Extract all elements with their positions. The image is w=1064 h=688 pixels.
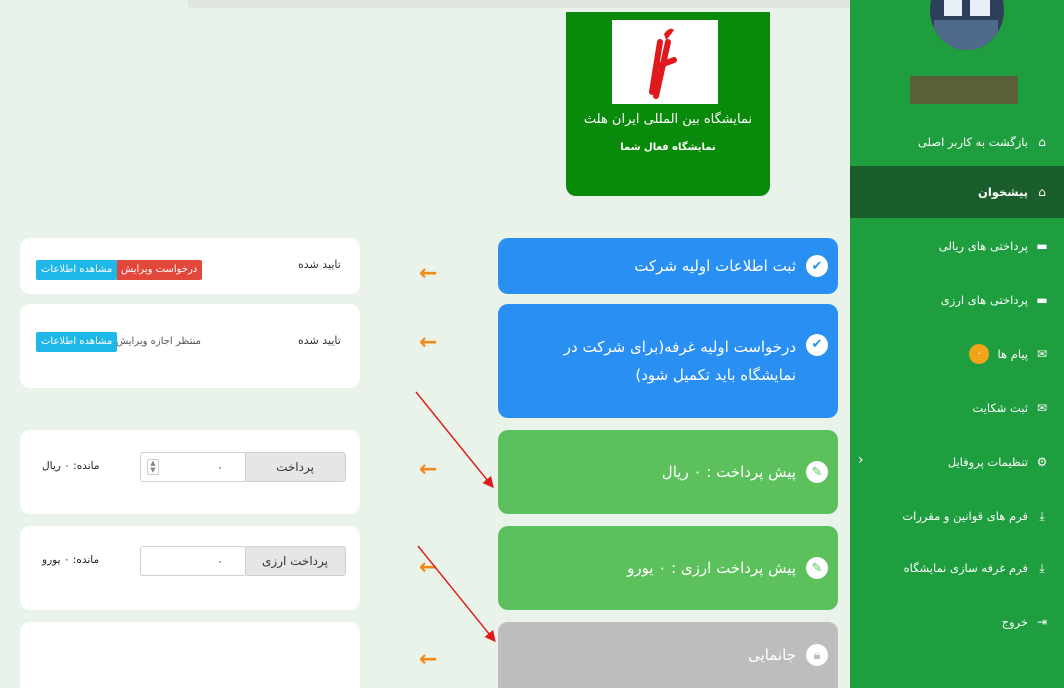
sidebar-item-logout[interactable]: ⇥ خروج	[850, 596, 1064, 648]
view-info-button[interactable]: مشاهده اطلاعات	[36, 332, 118, 352]
status-label: تایید شده	[298, 258, 341, 271]
spinner-icon[interactable]: ▲ ▼	[147, 459, 159, 475]
remaining-amount: مانده: ۰ ریال	[42, 460, 100, 472]
avatar	[930, 0, 1004, 50]
sidebar-item-rules-forms[interactable]: ⤓ فرم های قوانین و مقررات	[850, 490, 1064, 542]
arrow-left-icon: ←	[419, 647, 438, 672]
step-label: درخواست اولیه غرفه(برای شرکت در نمایشگاه…	[563, 338, 796, 384]
edit-request-button[interactable]: درخواست ویرایش	[116, 260, 203, 280]
step-label: پیش پرداخت : ۰ ریال	[661, 463, 796, 481]
sidebar-item-complaint[interactable]: ✉ ثبت شکایت	[850, 382, 1064, 434]
step-booth-placement: 🔒︎ جانمایی	[498, 622, 838, 688]
home-icon: ⌂	[1038, 185, 1046, 199]
sidebar-item-label: پیام ها	[997, 347, 1028, 361]
panel-booth-request: تایید شده منتظر اجازه ویرایش مشاهده اطلا…	[20, 304, 360, 388]
remaining-amount: مانده: ۰ یورو	[42, 554, 100, 566]
messages-count-badge: ۰	[969, 344, 990, 364]
exhibition-logo	[612, 20, 718, 104]
step-prepayment-rial[interactable]: ✎ پیش پرداخت : ۰ ریال	[498, 430, 838, 514]
arrow-left-icon: ←	[419, 330, 438, 355]
edit-icon: ✎	[806, 461, 828, 483]
step-label: پیش پرداخت ارزی : ۰ یورو	[627, 559, 796, 577]
check-icon: ✔	[806, 334, 828, 356]
amount-input-value: ۰	[217, 554, 223, 568]
panel-company-info: تایید شده درخواست ویرایش مشاهده اطلاعات	[20, 238, 360, 294]
sidebar-item-messages[interactable]: ✉ پیام ها ۰	[850, 328, 1064, 380]
view-info-button[interactable]: مشاهده اطلاعات	[36, 260, 118, 280]
panel-booth-placement	[20, 622, 360, 688]
lock-icon: 🔒︎	[806, 644, 828, 666]
arrow-left-icon: ←	[419, 261, 438, 286]
panel-prepayment-rial: پرداخت ▲ ▼ ۰ مانده: ۰ ریال	[20, 430, 360, 514]
panel-prepayment-currency: پرداخت ارزی ۰ مانده: ۰ یورو	[20, 526, 360, 610]
arrow-left-icon: ←	[419, 457, 438, 482]
sidebar-item-back-to-main-user[interactable]: ⌂ بازگشت به کاربر اصلی	[850, 116, 1064, 168]
sidebar-item-currency-payments[interactable]: ▬ پرداختی های ارزی	[850, 274, 1064, 326]
arrow-left-icon: ←	[419, 555, 438, 580]
step-booth-request[interactable]: ✔ درخواست اولیه غرفه(برای شرکت در نمایشگ…	[498, 304, 838, 418]
step-label: ثبت اطلاعات اولیه شرکت	[634, 257, 796, 275]
sidebar-item-label: خروج	[1001, 615, 1028, 629]
amount-input[interactable]: ▲ ▼ ۰	[140, 452, 246, 482]
sidebar-item-booth-forms[interactable]: ⤓ فرم غرفه سازی نمایشگاه	[850, 542, 1064, 594]
user-name-redacted	[910, 76, 1018, 104]
pay-currency-button[interactable]: پرداخت ارزی	[244, 546, 346, 576]
exhibition-title: نمایشگاه بین المللی ایران هلث	[583, 112, 753, 127]
sidebar-item-label: ثبت شکایت	[972, 401, 1028, 415]
sign-out-icon: ⇥	[1036, 615, 1048, 629]
amount-input-value: ۰	[217, 460, 223, 474]
step-company-info[interactable]: ✔ ثبت اطلاعات اولیه شرکت	[498, 238, 838, 294]
exhibition-subtitle: نمایشگاه فعال شما	[620, 142, 716, 153]
sidebar-item-dashboard[interactable]: ⌂ پیشخوان	[850, 166, 1064, 218]
sidebar-item-label: بازگشت به کاربر اصلی	[917, 135, 1028, 149]
chevron-left-icon[interactable]: ‹	[858, 452, 864, 468]
sidebar-item-label: پرداختی های ارزی	[940, 293, 1028, 307]
step-label: جانمایی	[748, 646, 796, 664]
card-icon: ▬	[1036, 239, 1048, 253]
home-icon: ⌂	[1038, 135, 1046, 149]
sidebar-item-label: پیشخوان	[978, 185, 1028, 199]
sidebar-item-label: تنظیمات پروفایل	[947, 455, 1028, 469]
active-exhibition-card[interactable]: نمایشگاه بین المللی ایران هلث نمایشگاه ف…	[566, 12, 770, 196]
gears-icon: ⚙	[1036, 455, 1048, 469]
status-label: تایید شده	[298, 334, 341, 347]
sidebar-item-label: فرم های قوانین و مقررات	[902, 509, 1028, 523]
top-scroll-strip	[188, 0, 898, 8]
step-prepayment-currency[interactable]: ✎ پیش پرداخت ارزی : ۰ یورو	[498, 526, 838, 610]
envelope-icon: ✉	[1036, 401, 1048, 415]
check-icon: ✔	[806, 255, 828, 277]
download-icon: ⤓	[1039, 508, 1045, 523]
sidebar-item-rial-payments[interactable]: ▬ پرداختی های ریالی	[850, 220, 1064, 272]
card-icon: ▬	[1036, 293, 1048, 307]
pay-button[interactable]: پرداخت	[244, 452, 346, 482]
envelope-icon: ✉	[1036, 347, 1048, 361]
sidebar-item-label: پرداختی های ریالی	[938, 239, 1028, 253]
sidebar: ⌂ بازگشت به کاربر اصلی ⌂ پیشخوان ▬ پرداخ…	[850, 0, 1064, 688]
edit-icon: ✎	[806, 557, 828, 579]
currency-amount-input[interactable]: ۰	[140, 546, 246, 576]
sidebar-item-profile-settings[interactable]: ⚙ تنظیمات پروفایل	[850, 436, 1064, 488]
download-icon: ⤓	[1039, 560, 1045, 575]
waiting-edit-permission-label: منتظر اجازه ویرایش	[116, 336, 201, 347]
sidebar-item-label: فرم غرفه سازی نمایشگاه	[903, 561, 1028, 575]
